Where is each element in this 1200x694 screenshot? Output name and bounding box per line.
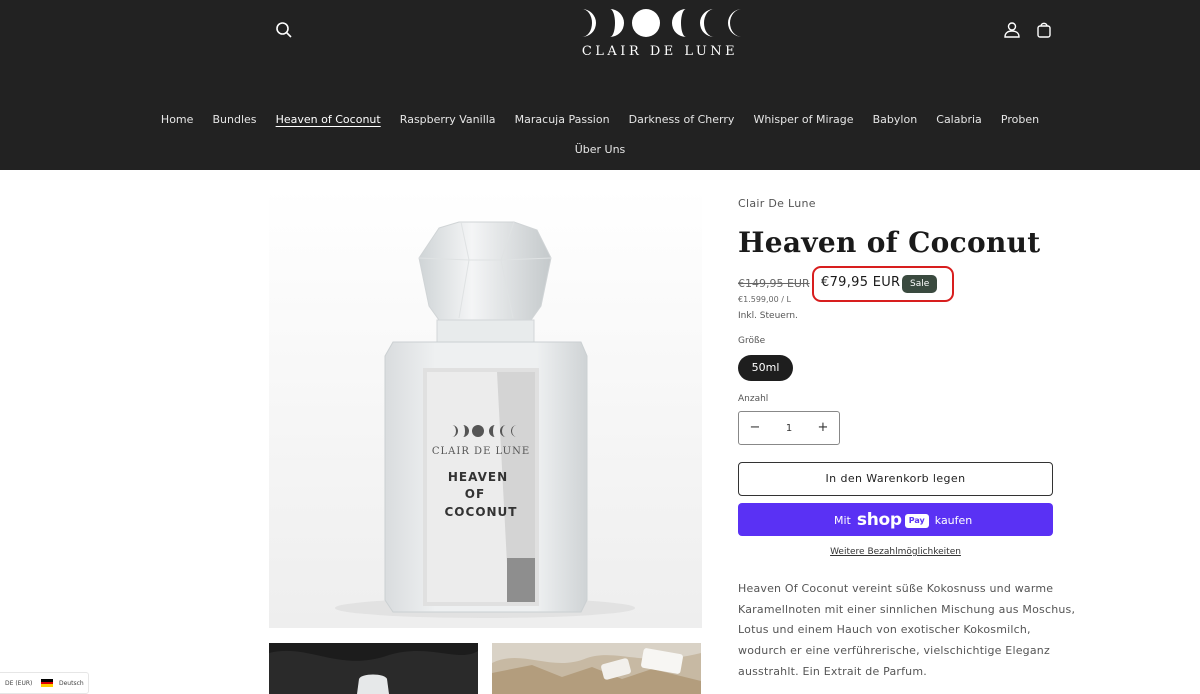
- nav-item-raspberry-vanilla[interactable]: Raspberry Vanilla: [400, 110, 496, 130]
- moon-phases-logo-icon: [582, 9, 742, 37]
- bottle-name-line-3: COCONUT: [445, 505, 518, 519]
- nav-item-ueber-uns[interactable]: Über Uns: [575, 140, 626, 160]
- main-nav-row-2: Über Uns: [0, 138, 1200, 160]
- size-label: Größe: [738, 336, 766, 346]
- unit-price: €1.599,00 / L: [738, 295, 791, 304]
- price-highlight-annotation: [812, 266, 954, 302]
- shop-pay-prefix: Mit: [834, 514, 851, 527]
- size-option-50ml[interactable]: 50ml: [738, 355, 793, 381]
- search-icon[interactable]: [272, 18, 296, 42]
- quantity-plus-button[interactable]: +: [807, 412, 839, 444]
- product-vendor: Clair De Lune: [738, 197, 816, 210]
- product-main-image[interactable]: CLAIR DE LUNE HEAVEN OF COCONUT: [269, 188, 702, 628]
- description-line: ausstrahlt. Ein Extrait de Parfum.: [738, 664, 927, 678]
- shop-pay-badge: Pay: [904, 513, 929, 528]
- quantity-stepper: − +: [738, 411, 840, 445]
- description-line: wodurch er eine verführerische, vielschi…: [738, 644, 1050, 658]
- shop-pay-suffix: kaufen: [934, 514, 973, 527]
- description-line: Heaven Of Coconut vereint süße Kokosnuss…: [738, 582, 1054, 595]
- product-description: Heaven Of Coconut vereint süße Kokosnuss…: [738, 579, 1076, 683]
- regular-price: €149,95 EUR: [738, 277, 810, 290]
- brand-logo[interactable]: CLAIR DE LUNE: [560, 6, 760, 62]
- more-payment-options-link[interactable]: Weitere Bezahlmöglichkeiten: [738, 547, 1053, 557]
- nav-item-babylon[interactable]: Babylon: [873, 110, 918, 130]
- tax-note: Inkl. Steuern.: [738, 311, 798, 321]
- shop-pay-button[interactable]: Mit shop Pay kaufen: [738, 503, 1053, 536]
- user-icon[interactable]: [1000, 18, 1024, 42]
- quantity-label: Anzahl: [738, 394, 769, 404]
- nav-item-bundles[interactable]: Bundles: [213, 110, 257, 130]
- nav-item-proben[interactable]: Proben: [1001, 110, 1039, 130]
- nav-item-calabria[interactable]: Calabria: [936, 110, 982, 130]
- bottle-name-line-2: OF: [465, 487, 485, 501]
- bottle-name-line-1: HEAVEN: [448, 470, 508, 484]
- nav-item-whisper-of-mirage[interactable]: Whisper of Mirage: [753, 110, 853, 130]
- nav-item-home[interactable]: Home: [161, 110, 193, 130]
- nav-item-heaven-of-coconut[interactable]: Heaven of Coconut: [276, 110, 381, 130]
- add-to-cart-button[interactable]: In den Warenkorb legen: [738, 462, 1053, 496]
- quantity-minus-button[interactable]: −: [739, 412, 771, 444]
- currency-label: DE (EUR): [5, 680, 33, 687]
- locale-selector[interactable]: DE (EUR) Deutsch: [0, 672, 89, 694]
- site-header: CLAIR DE LUNE Home Bundles Heaven of Coc…: [0, 0, 1200, 170]
- cart-icon[interactable]: [1032, 18, 1056, 42]
- main-nav: Home Bundles Heaven of Coconut Raspberry…: [0, 108, 1200, 130]
- shop-pay-label: Mit shop Pay kaufen: [834, 503, 972, 536]
- product-thumbnail-1[interactable]: [269, 643, 478, 694]
- description-line: Karamellnoten mit einer sinnlichen Misch…: [738, 602, 1076, 616]
- language-label: Deutsch: [59, 680, 84, 687]
- description-line: Lotus und einem Hauch von exotischer Kok…: [738, 623, 1031, 637]
- nav-item-maracuja-passion[interactable]: Maracuja Passion: [515, 110, 610, 130]
- logo-text: CLAIR DE LUNE: [581, 44, 739, 59]
- nav-item-darkness-of-cherry[interactable]: Darkness of Cherry: [629, 110, 735, 130]
- shop-pay-logo: shop: [856, 510, 902, 530]
- bottle-brand-text: CLAIR DE LUNE: [432, 446, 530, 457]
- german-flag-icon: [41, 679, 53, 687]
- quantity-input[interactable]: [771, 412, 807, 444]
- price-row: €149,95 EUR €79,95 EUR Sale: [738, 266, 1058, 302]
- product-title: Heaven of Coconut: [738, 226, 1041, 259]
- product-thumbnail-2[interactable]: [492, 643, 701, 694]
